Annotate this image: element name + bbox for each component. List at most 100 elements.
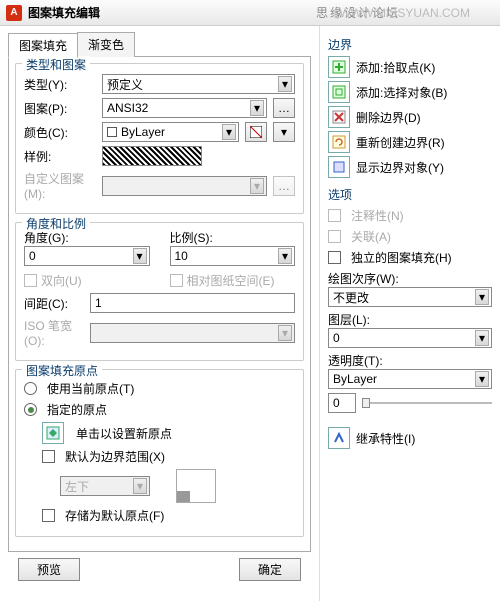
chevron-down-icon: ▾ [250,178,264,194]
combo-transparency[interactable]: ByLayer▾ [328,369,492,389]
combo-angle-value: 0 [29,249,36,263]
label-inherit: 继承特性(I) [356,430,492,447]
label-annotative: 注释性(N) [351,207,404,224]
custom-browse-button: … [273,176,295,196]
label-default-boundary: 默认为边界范围(X) [65,448,165,465]
check-store-default[interactable] [42,509,55,522]
label-current-origin: 使用当前原点(T) [47,380,134,397]
chevron-down-icon: ▾ [278,76,292,92]
label-click-set: 单击以设置新原点 [76,425,172,442]
color-dropdown-button[interactable]: ▾ [273,122,295,142]
tab-panel-hatch: 类型和图案 类型(Y): 预定义 ▾ 图案(P): ANSI32▾ … 颜色(C)… [8,56,311,552]
label-layer: 图层(L): [328,311,492,328]
ok-label: 确定 [258,563,282,577]
label-specified-origin: 指定的原点 [47,401,107,418]
combo-draw-order[interactable]: 不更改▾ [328,287,492,307]
label-remove: 删除边界(D) [356,109,492,126]
radio-current-origin[interactable] [24,382,37,395]
combo-type[interactable]: 预定义 ▾ [102,74,295,94]
tab-gradient-label: 渐变色 [88,38,124,52]
combo-color[interactable]: ByLayer ▾ [102,122,239,142]
combo-iso-pen: ▾ [90,323,295,343]
label-type: 类型(Y): [24,76,96,93]
tab-gradient[interactable]: 渐变色 [77,32,135,57]
chevron-down-icon: ▾ [133,248,147,264]
label-spacing: 间距(C): [24,295,84,312]
check-double [24,274,37,287]
pattern-browse-button[interactable]: … [273,98,295,118]
color-swatch-icon [107,127,117,137]
combo-angle[interactable]: 0▾ [24,246,150,266]
combo-layer[interactable]: 0▾ [328,328,492,348]
header-options: 选项 [328,186,492,203]
chevron-down-icon: ▾ [133,478,147,494]
label-associative: 关联(A) [351,228,391,245]
label-transparency: 透明度(T): [328,352,492,369]
chevron-down-icon: ▾ [475,330,489,346]
check-associative [328,230,341,243]
combo-layer-value: 0 [333,331,340,345]
remove-boundary-button[interactable] [328,106,350,128]
label-display: 显示边界对象(Y) [356,159,492,176]
combo-transparency-value: ByLayer [333,372,377,386]
check-relative [170,274,183,287]
combo-scale[interactable]: 10 ▾ [170,246,296,266]
app-icon: A [6,5,22,21]
tab-hatch[interactable]: 图案填充 [8,33,78,58]
titlebar: A 图案填充编辑 思缘设计论坛 WWW.MISSYUAN.COM [0,0,500,26]
combo-custom: ▾ [102,176,267,196]
group-title-angle: 角度和比例 [22,215,90,232]
input-spacing-value: 1 [95,296,102,310]
header-boundaries: 边界 [328,36,492,53]
input-spacing[interactable]: 1 [90,293,295,313]
chevron-down-icon: ▾ [278,248,292,264]
combo-type-value: 预定义 [107,76,143,93]
group-title-type: 类型和图案 [22,56,90,73]
label-independent: 独立的图案填充(H) [351,249,452,266]
sample-swatch[interactable] [102,146,202,166]
group-title-origin: 图案填充原点 [22,362,102,379]
check-annotative [328,209,341,222]
check-independent[interactable] [328,251,341,264]
chevron-down-icon: ▾ [250,100,264,116]
label-custom: 自定义图案(M): [24,170,96,201]
slider-transparency[interactable] [362,395,492,411]
group-type-pattern: 类型和图案 类型(Y): 预定义▾ 图案(P): ANSI32▾ … 颜色(C)… [15,63,304,214]
label-add-select: 添加:选择对象(B) [356,84,492,101]
label-relative: 相对图纸空间(E) [187,272,275,289]
label-add-pick: 添加:拾取点(K) [356,59,492,76]
check-default-boundary[interactable] [42,450,55,463]
label-pattern: 图案(P): [24,100,96,117]
origin-preview-icon [176,469,216,503]
combo-origin-pos: 左下 ▾ [60,476,150,496]
tab-hatch-label: 图案填充 [19,39,67,53]
preview-label: 预览 [37,563,61,577]
watermark-url: WWW.MISSYUAN.COM [339,6,470,20]
transparency-num-value: 0 [333,396,340,410]
tab-strip: 图案填充 渐变色 [8,32,311,57]
combo-origin-pos-value: 左下 [65,478,89,495]
label-sample: 样例: [24,148,96,165]
inherit-button[interactable] [328,427,350,449]
set-origin-button[interactable] [42,422,64,444]
input-transparency-num[interactable]: 0 [328,393,356,413]
combo-scale-value: 10 [175,249,188,263]
label-recreate: 重新创建边界(R) [356,134,492,151]
label-color: 颜色(C): [24,124,96,141]
label-double: 双向(U) [41,272,82,289]
add-pick-button[interactable] [328,56,350,78]
radio-specified-origin[interactable] [24,403,37,416]
color-bg-button[interactable] [245,122,267,142]
label-store-default: 存储为默认原点(F) [65,507,164,524]
window-title: 图案填充编辑 [28,4,100,21]
combo-color-value: ByLayer [121,125,165,139]
label-draw-order: 绘图次序(W): [328,270,492,287]
recreate-button[interactable] [328,131,350,153]
add-select-button[interactable] [328,81,350,103]
chevron-down-icon: ▾ [222,124,236,140]
display-boundary-button[interactable] [328,156,350,178]
footer: 预览 确定 [8,552,311,591]
combo-pattern[interactable]: ANSI32▾ [102,98,267,118]
label-scale: 比例(S): [170,229,296,246]
group-angle-scale: 角度和比例 角度(G): 0▾ 比例(S): 10▾ 双向(U) 相对图纸空间(… [15,222,304,361]
